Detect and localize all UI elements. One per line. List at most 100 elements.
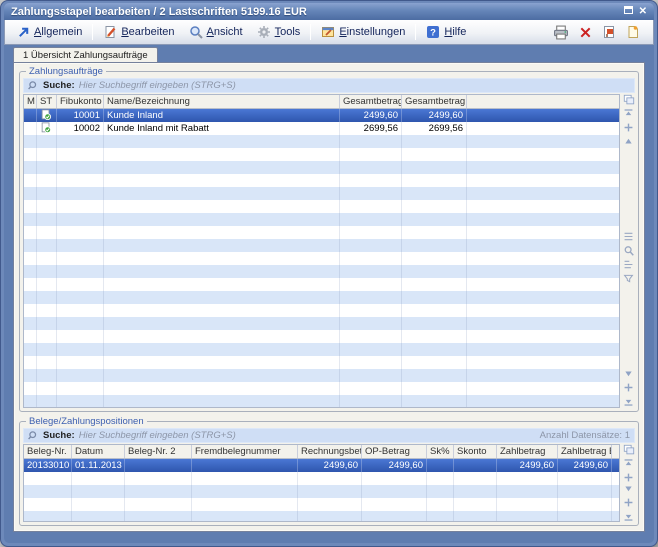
print-icon[interactable] (553, 25, 569, 40)
add-down-icon[interactable] (623, 497, 634, 508)
scroll-last-icon[interactable] (623, 511, 634, 522)
table-row[interactable]: 10002Kunde Inland mit Rabatt2699,562699,… (24, 122, 619, 135)
cell (57, 395, 104, 408)
payments-table[interactable]: MSTFibukontoName/BezeichnungGesamtbetrag… (23, 94, 620, 408)
scroll-first-icon[interactable] (623, 458, 634, 469)
table-row[interactable]: 10001Kunde Inland2499,602499,60 (24, 109, 619, 122)
cell-filler (467, 278, 619, 291)
empty-row[interactable] (24, 317, 619, 330)
column-chooser-icon[interactable] (623, 444, 635, 456)
details-icon[interactable] (623, 231, 634, 242)
empty-row[interactable] (24, 485, 619, 498)
column-header[interactable]: Beleg-Nr. 2 (125, 445, 192, 458)
cell-filler (467, 343, 619, 356)
column-header[interactable]: Skonto (454, 445, 497, 458)
empty-row[interactable] (24, 278, 619, 291)
empty-row[interactable] (24, 187, 619, 200)
empty-row[interactable] (24, 200, 619, 213)
menu-item-einstellungen[interactable]: Einstellungen (314, 22, 412, 42)
cell-filler (467, 174, 619, 187)
payments-search-bar[interactable]: Suche: Hier Suchbegriff eingeben (STRG+S… (23, 78, 635, 93)
column-header[interactable]: Gesamtbetrag Euro (402, 95, 467, 108)
menu-item-allgemein[interactable]: Allgemein (10, 23, 89, 42)
sum-icon[interactable] (623, 259, 634, 270)
menu-item-tools[interactable]: Tools (250, 22, 308, 42)
empty-row[interactable] (24, 395, 619, 408)
menu-item-ansicht[interactable]: Ansicht (182, 22, 250, 42)
menu-item-hilfe[interactable]: ?Hilfe (419, 22, 473, 42)
restore-icon[interactable] (624, 6, 633, 17)
column-header[interactable]: Rechnungsbetrag (298, 445, 362, 458)
empty-row[interactable] (24, 174, 619, 187)
cell (402, 135, 467, 148)
cell-fremdbelegnummer (192, 459, 298, 472)
scroll-first-icon[interactable] (623, 108, 634, 119)
empty-row[interactable] (24, 304, 619, 317)
column-header[interactable]: Name/Bezeichnung (104, 95, 340, 108)
empty-row[interactable] (24, 265, 619, 278)
cell (37, 213, 57, 226)
empty-row[interactable] (24, 356, 619, 369)
column-header[interactable]: M (24, 95, 37, 108)
cell (57, 213, 104, 226)
cell (37, 200, 57, 213)
add-up-icon[interactable] (623, 122, 634, 133)
column-header[interactable]: OP-Betrag (362, 445, 427, 458)
cell (340, 304, 402, 317)
cell (454, 472, 497, 485)
menu-item-bearbeiten[interactable]: Bearbeiten (96, 22, 181, 42)
empty-row[interactable] (24, 498, 619, 511)
tab-uebersicht-zahlungsauftraege[interactable]: 1 Übersicht Zahlungsaufträge (13, 47, 158, 62)
empty-row[interactable] (24, 330, 619, 343)
empty-row[interactable] (24, 148, 619, 161)
empty-row[interactable] (24, 472, 619, 485)
column-header[interactable]: Fremdbelegnummer (192, 445, 298, 458)
empty-row[interactable] (24, 213, 619, 226)
search-label: Suche: (43, 80, 75, 91)
empty-row[interactable] (24, 135, 619, 148)
move-up-icon[interactable] (623, 136, 634, 147)
new-document-icon[interactable] (626, 25, 640, 39)
column-header[interactable]: Fibukonto (57, 95, 104, 108)
cell (402, 200, 467, 213)
empty-row[interactable] (24, 291, 619, 304)
add-up-icon[interactable] (623, 472, 634, 483)
cell-rechnungsbetrag: 2499,60 (298, 459, 362, 472)
scroll-last-icon[interactable] (623, 396, 634, 407)
positions-table[interactable]: Beleg-Nr.DatumBeleg-Nr. 2Fremdbelegnumme… (23, 444, 620, 522)
positions-search-bar[interactable]: Suche: Hier Suchbegriff eingeben (STRG+S… (23, 428, 635, 443)
cell (402, 317, 467, 330)
add-down-icon[interactable] (623, 382, 634, 393)
zoom-icon[interactable] (623, 245, 635, 257)
empty-row[interactable] (24, 161, 619, 174)
column-header[interactable]: Zahlbetrag (497, 445, 558, 458)
move-down-icon[interactable] (623, 483, 634, 494)
column-header[interactable]: Zahlbetrag Euro (558, 445, 612, 458)
empty-row[interactable] (24, 511, 619, 522)
empty-row[interactable] (24, 382, 619, 395)
empty-row[interactable] (24, 369, 619, 382)
move-down-icon[interactable] (623, 368, 634, 379)
column-header[interactable]: ST (37, 95, 57, 108)
delete-icon[interactable] (579, 26, 592, 39)
empty-row[interactable] (24, 226, 619, 239)
column-header[interactable]: Datum (72, 445, 125, 458)
cell (340, 187, 402, 200)
column-chooser-icon[interactable] (623, 94, 635, 106)
empty-row[interactable] (24, 343, 619, 356)
title-bar[interactable]: Zahlungsstapel bearbeiten / 2 Lastschrif… (4, 3, 654, 20)
column-header[interactable]: Sk% (427, 445, 454, 458)
cell (558, 472, 612, 485)
cell (340, 213, 402, 226)
table-row[interactable]: 2013301001.11.2013 JFr2499,602499,602499… (24, 459, 619, 472)
column-header[interactable]: Gesamtbetrag (340, 95, 402, 108)
cell (104, 317, 340, 330)
export-icon[interactable] (602, 25, 616, 39)
empty-row[interactable] (24, 252, 619, 265)
menu-separator (310, 24, 311, 40)
close-icon[interactable]: ✕ (639, 7, 647, 17)
filter-icon[interactable] (623, 273, 634, 284)
column-header[interactable]: Beleg-Nr. (24, 445, 72, 458)
cell (57, 265, 104, 278)
empty-row[interactable] (24, 239, 619, 252)
